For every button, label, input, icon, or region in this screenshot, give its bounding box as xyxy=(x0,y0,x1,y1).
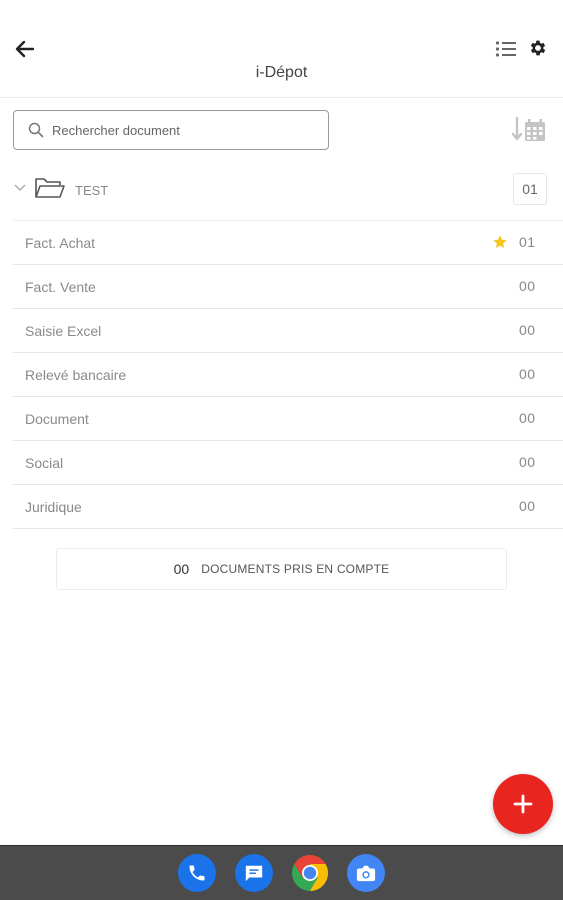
category-row-social[interactable]: Social 00 xyxy=(13,441,563,485)
chrome-icon xyxy=(292,855,329,891)
gear-icon xyxy=(530,40,546,56)
add-document-button[interactable] xyxy=(493,774,553,834)
category-row-document[interactable]: Document 00 xyxy=(13,397,563,441)
category-row-fact-vente[interactable]: Fact. Vente 00 xyxy=(13,265,563,309)
folder-row-test[interactable]: TEST 01 xyxy=(0,168,563,214)
category-label: Juridique xyxy=(25,499,82,515)
category-label: Relevé bancaire xyxy=(25,367,127,383)
search-icon xyxy=(28,122,44,138)
category-count: 00 xyxy=(519,410,536,426)
camera-app[interactable] xyxy=(347,854,385,892)
app-header: i-Dépot xyxy=(0,0,563,98)
category-row-fact-achat[interactable]: Fact. Achat 01 xyxy=(13,221,563,265)
category-list: Fact. Achat 01 Fact. Vente 00 Saisie Exc… xyxy=(13,220,563,529)
category-label: Document xyxy=(25,411,89,427)
settings-button[interactable] xyxy=(524,34,552,62)
chevron-down-icon[interactable] xyxy=(14,184,26,192)
message-icon xyxy=(245,865,263,882)
folder-name: TEST xyxy=(75,183,109,198)
category-row-releve-bancaire[interactable]: Relevé bancaire 00 xyxy=(13,353,563,397)
category-count: 00 xyxy=(519,366,536,382)
sort-by-date-button[interactable] xyxy=(510,113,550,147)
plus-icon xyxy=(513,794,533,814)
category-label: Fact. Achat xyxy=(25,235,96,251)
folder-count-badge: 01 xyxy=(513,173,547,205)
summary-label: DOCUMENTS PRIS EN COMPTE xyxy=(201,562,390,576)
category-label: Social xyxy=(25,455,64,471)
category-count: 00 xyxy=(519,454,536,470)
phone-app[interactable] xyxy=(178,854,216,892)
messages-app[interactable] xyxy=(235,854,273,892)
category-count: 00 xyxy=(519,322,536,338)
arrow-left-icon xyxy=(15,40,35,58)
documents-summary: 00 DOCUMENTS PRIS EN COMPTE xyxy=(56,548,507,590)
search-box[interactable] xyxy=(13,110,329,150)
star-icon[interactable] xyxy=(492,234,508,250)
page-title: i-Dépot xyxy=(255,64,308,81)
category-label: Saisie Excel xyxy=(25,323,102,339)
list-icon xyxy=(495,41,516,57)
sort-calendar-icon xyxy=(512,116,545,141)
folder-open-icon xyxy=(35,178,65,198)
chrome-app[interactable] xyxy=(291,854,329,892)
category-count: 01 xyxy=(519,234,536,250)
category-count: 00 xyxy=(519,278,536,294)
camera-icon xyxy=(356,865,376,882)
back-button[interactable] xyxy=(10,34,40,64)
list-view-button[interactable] xyxy=(493,36,519,62)
category-row-juridique[interactable]: Juridique 00 xyxy=(13,485,563,529)
search-input[interactable] xyxy=(52,122,302,138)
category-label: Fact. Vente xyxy=(25,279,96,295)
category-row-saisie-excel[interactable]: Saisie Excel 00 xyxy=(13,309,563,353)
phone-icon xyxy=(189,865,205,881)
category-count: 00 xyxy=(519,498,536,514)
system-taskbar xyxy=(0,845,563,900)
summary-count: 00 xyxy=(173,561,190,577)
